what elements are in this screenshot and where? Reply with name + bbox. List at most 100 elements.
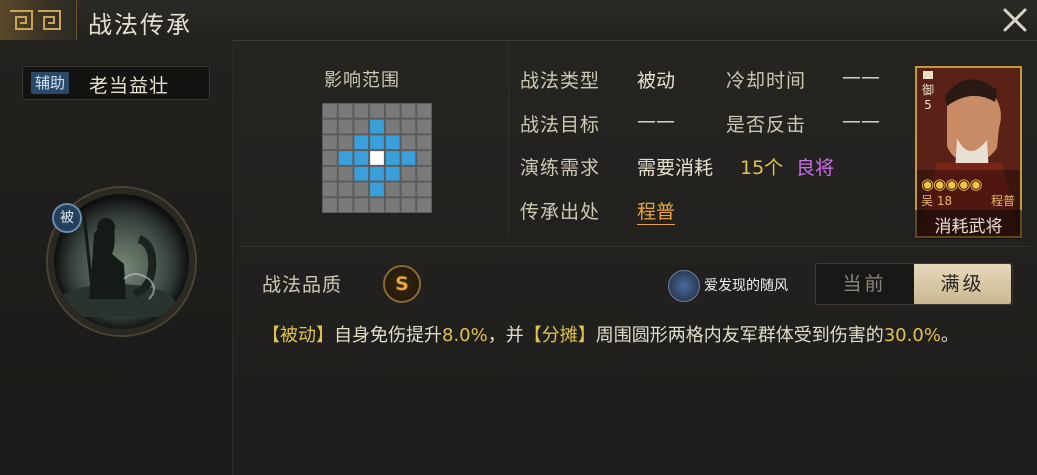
range-affected-cell	[385, 135, 400, 150]
range-empty-cell	[323, 166, 337, 181]
range-empty-cell	[338, 119, 353, 134]
window-title: 战法传承	[88, 11, 192, 39]
range-empty-cell	[385, 182, 400, 197]
range-empty-cell	[354, 104, 369, 118]
skill-name: 老当益壮	[89, 75, 170, 97]
skill-description: 【被动】自身免伤提升8.0%，并【分摊】周围圆形两格内友军群体受到伤害的30.0…	[262, 320, 1022, 351]
requirement-label: 演练需求	[520, 157, 601, 179]
passive-marker: 被	[52, 203, 82, 233]
range-empty-cell	[401, 198, 416, 212]
source-label: 传承出处	[520, 201, 601, 223]
range-empty-cell	[323, 135, 337, 150]
range-empty-cell	[417, 198, 431, 212]
range-empty-cell	[354, 182, 369, 197]
target-value: ——	[637, 110, 675, 132]
range-empty-cell	[354, 198, 369, 212]
range-grid	[322, 103, 432, 213]
requirement-prefix: 需要消耗	[637, 157, 714, 179]
range-empty-cell	[323, 104, 337, 118]
range-affected-cell	[370, 135, 384, 150]
close-icon[interactable]	[999, 4, 1031, 36]
type-label: 战法类型	[520, 70, 601, 92]
range-label: 影响范围	[324, 70, 400, 91]
type-value: 被动	[637, 70, 676, 92]
range-affected-cell	[338, 151, 353, 165]
card-caption: 消耗武将	[915, 210, 1022, 239]
quality-label: 战法品质	[262, 274, 343, 296]
range-affected-cell	[385, 166, 400, 181]
card-faction-cost: 吴 18	[921, 192, 952, 209]
watermark-text: 爱发现的随风	[704, 278, 788, 294]
card-tier-num: 5	[924, 98, 932, 112]
range-empty-cell	[338, 198, 353, 212]
range-empty-cell	[338, 104, 353, 118]
quality-grade-badge: S	[383, 265, 421, 303]
cooldown-label: 冷却时间	[726, 70, 807, 92]
info-row-target: 战法目标 —— 是否反击 ——	[520, 110, 900, 144]
target-label: 战法目标	[520, 114, 601, 136]
range-empty-cell	[323, 151, 337, 165]
range-empty-cell	[417, 135, 431, 150]
range-empty-cell	[401, 135, 416, 150]
counter-value: ——	[842, 110, 880, 132]
source-link[interactable]: 程普	[637, 197, 676, 225]
desc-number: 30.0%	[883, 325, 941, 346]
range-empty-cell	[354, 119, 369, 134]
range-empty-cell	[417, 104, 431, 118]
range-affected-cell	[354, 166, 369, 181]
watermark-logo-icon	[668, 270, 700, 302]
card-faction: 吴	[921, 194, 934, 208]
range-empty-cell	[417, 119, 431, 134]
desc-number: 8.0%	[442, 325, 488, 346]
counter-label: 是否反击	[726, 114, 807, 136]
range-affected-cell	[370, 182, 384, 197]
range-empty-cell	[385, 198, 400, 212]
range-empty-cell	[323, 182, 337, 197]
desc-text: 周围圆形两格内友军群体受到伤害的	[595, 325, 884, 346]
range-affected-cell	[370, 119, 384, 134]
info-row-source: 传承出处 程普	[520, 197, 900, 231]
divider	[508, 45, 509, 235]
toggle-max-button[interactable]: 满级	[914, 264, 1011, 304]
skill-name-tag: 辅助 老当益壮	[22, 66, 210, 100]
range-empty-cell	[323, 119, 337, 134]
card-tier-label: 御	[921, 83, 934, 97]
card-tier: 御 5	[920, 71, 936, 112]
requirement-count: 15个	[740, 157, 784, 179]
range-empty-cell	[370, 104, 384, 118]
range-empty-cell	[338, 182, 353, 197]
range-empty-cell	[338, 135, 353, 150]
range-affected-cell	[354, 151, 369, 165]
skill-panel: 辅助 老当益壮 被	[0, 40, 233, 475]
range-empty-cell	[370, 198, 384, 212]
skill-type-badge: 辅助	[31, 72, 70, 94]
desc-text: 。	[940, 325, 959, 346]
requirement-item: 良将	[796, 157, 835, 179]
range-affected-cell	[385, 151, 400, 165]
range-empty-cell	[385, 104, 400, 118]
cooldown-value: ——	[842, 66, 880, 88]
range-affected-cell	[354, 135, 369, 150]
range-empty-cell	[401, 166, 416, 181]
divider	[240, 246, 1030, 247]
title-bar: 战法传承	[0, 0, 1037, 41]
range-empty-cell	[323, 198, 337, 212]
dialog-window: 战法传承 辅助 老当益壮 被 影响范围 战法类型 被动 冷却时间 —— 战法目标…	[0, 0, 1037, 475]
desc-keyword-passive: 【被动】	[262, 325, 334, 346]
desc-text: 自身免伤提升	[334, 325, 442, 346]
card-general-name: 程普	[990, 194, 1015, 208]
level-toggle: 当前 满级	[815, 263, 1013, 305]
range-empty-cell	[417, 182, 431, 197]
range-affected-cell	[370, 166, 384, 181]
card-stars: ◉◉◉◉◉	[921, 175, 982, 193]
card-cost: 18	[936, 194, 953, 208]
range-empty-cell	[401, 119, 416, 134]
range-empty-cell	[338, 166, 353, 181]
desc-text: ，并	[487, 325, 524, 346]
desc-keyword-share: 【分摊】	[523, 325, 596, 346]
range-empty-cell	[417, 151, 431, 165]
info-row-requirement: 演练需求 需要消耗 15个 良将	[520, 153, 900, 187]
range-empty-cell	[401, 104, 416, 118]
range-empty-cell	[417, 166, 431, 181]
toggle-current-button[interactable]: 当前	[816, 264, 913, 304]
